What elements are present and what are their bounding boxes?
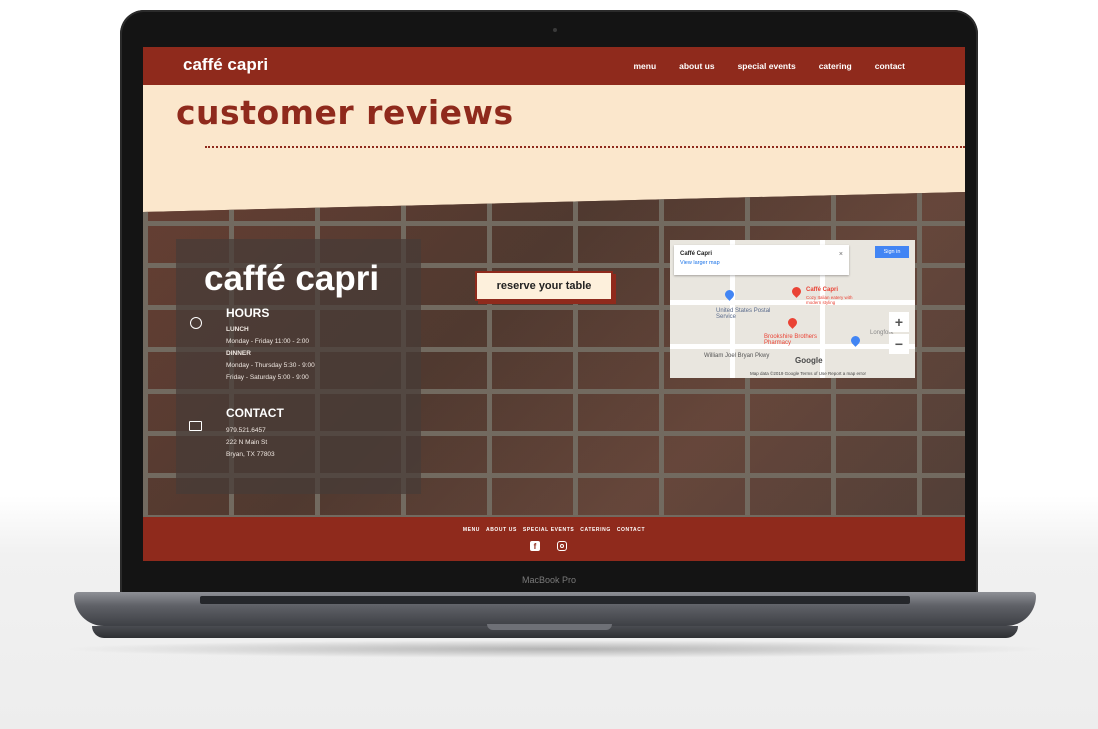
nav-menu[interactable]: menu	[633, 61, 656, 71]
nav-about-us[interactable]: about us	[679, 61, 714, 71]
post-office-label: United States Postal Service	[716, 308, 771, 320]
map-zoom-in-button[interactable]: +	[889, 312, 909, 332]
map-pin-icon[interactable]	[790, 285, 803, 298]
laptop-shadow	[60, 640, 1050, 658]
map-road	[670, 300, 915, 305]
lunch-hours: Monday - Friday 11:00 - 2:00	[226, 338, 309, 345]
dinner-hours-weekday: Monday - Thursday 5:30 - 9:00	[226, 362, 315, 369]
instagram-icon[interactable]	[557, 541, 567, 551]
map-footer-text: Map data ©2019 Google Terms of Use Repor…	[750, 371, 867, 376]
facebook-icon[interactable]: f	[530, 541, 540, 551]
view-larger-map-link[interactable]: View larger map	[680, 260, 720, 266]
footer-nav: MENU ABOUT US SPECIAL EVENTS CATERING CO…	[143, 527, 965, 533]
site-logo[interactable]: caffé capri	[183, 55, 268, 75]
address-city: Bryan, TX 77803	[226, 451, 275, 458]
google-logo: Google	[795, 356, 823, 365]
map-zoom-out-button[interactable]: −	[889, 334, 909, 354]
dotted-divider	[205, 146, 965, 148]
nav-contact[interactable]: contact	[875, 61, 905, 71]
site-footer: MENU ABOUT US SPECIAL EVENTS CATERING CO…	[143, 517, 965, 561]
footer-link-menu[interactable]: MENU	[463, 527, 480, 533]
lunch-label: LUNCH	[226, 326, 249, 333]
webcam	[553, 28, 557, 32]
dinner-hours-weekend: Friday - Saturday 5:00 - 9:00	[226, 374, 309, 381]
info-panel: caffé capri HOURS LUNCH Monday - Friday …	[176, 239, 421, 494]
footer-link-about-us[interactable]: ABOUT US	[486, 527, 517, 533]
panel-brand: caffé capri	[204, 259, 380, 298]
footer-link-catering[interactable]: CATERING	[580, 527, 611, 533]
mail-icon	[189, 421, 202, 431]
street-label: William Joel Bryan Pkwy	[704, 353, 770, 359]
website-screen: caffé capri menu about us special events…	[143, 47, 965, 561]
clock-icon	[190, 317, 202, 329]
nav-special-events[interactable]: special events	[738, 61, 796, 71]
map-pin-sublabel: Cozy Italian eatery with modern styling	[806, 295, 853, 305]
keyboard-edge	[200, 596, 910, 604]
hours-heading: HOURS	[226, 306, 270, 320]
contact-heading: CONTACT	[226, 406, 284, 420]
nav-links: menu about us special events catering co…	[633, 61, 905, 71]
nav-catering[interactable]: catering	[819, 61, 852, 71]
address-street: 222 N Main St	[226, 439, 268, 446]
google-map[interactable]: Caffé Capri View larger map × Sign in Ca…	[670, 240, 915, 378]
map-sign-in-button[interactable]: Sign in	[875, 246, 909, 258]
footer-link-contact[interactable]: CONTACT	[617, 527, 645, 533]
trackpad-notch	[487, 624, 612, 630]
top-nav: caffé capri menu about us special events…	[143, 47, 965, 85]
dinner-label: DINNER	[226, 350, 251, 357]
pharmacy-label: Brookshire Brothers Pharmacy	[764, 334, 818, 346]
reserve-table-button[interactable]: reserve your table	[475, 271, 613, 301]
phone-link[interactable]: 979.521.6457	[226, 427, 266, 434]
laptop-model-label: MacBook Pro	[521, 575, 577, 585]
map-place-title: Caffé Capri	[680, 251, 713, 257]
pharmacy-pin-icon	[786, 316, 799, 329]
page-title: customer reviews	[176, 93, 514, 132]
map-place-card: Caffé Capri View larger map ×	[674, 245, 849, 275]
map-card-close-icon[interactable]: ×	[839, 251, 843, 258]
map-pin-label: Caffé Capri	[806, 287, 839, 293]
footer-link-special-events[interactable]: SPECIAL EVENTS	[523, 527, 574, 533]
